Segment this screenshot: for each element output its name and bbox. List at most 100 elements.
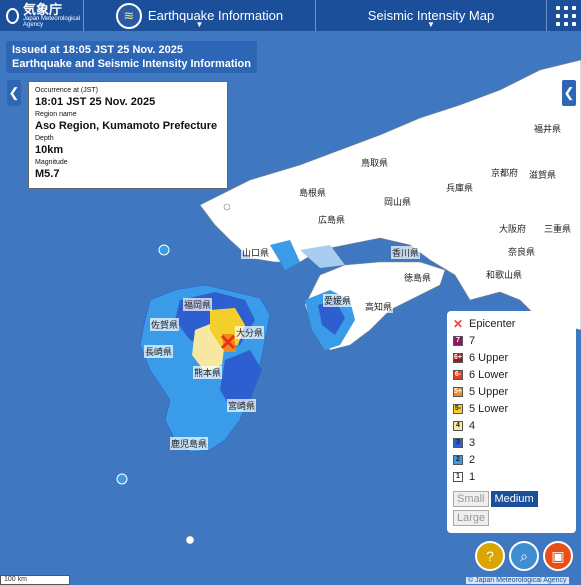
- prefecture-label: 愛媛県: [323, 294, 353, 307]
- legend-swatch: 6+: [453, 352, 463, 363]
- prefecture-label: 奈良県: [507, 245, 537, 258]
- top-bar: 気象庁 Japan Meteorological Agency ≋ Earthq…: [0, 0, 581, 31]
- logo-en-text: Japan Meteorological Agency: [23, 16, 81, 28]
- legend-level-label: 4: [469, 419, 476, 432]
- prefecture-label: 岡山県: [383, 195, 413, 208]
- nav-seismic-intensity-map[interactable]: Seismic Intensity Map ▼: [316, 0, 546, 31]
- legend-level-row: 22: [453, 451, 570, 468]
- prefecture-label: 大阪府: [498, 222, 528, 235]
- book-icon: ▣: [551, 547, 565, 564]
- legend-swatch: 6-: [453, 369, 463, 380]
- legend-swatch: 5-: [453, 403, 463, 414]
- region-label: Region name: [35, 111, 77, 118]
- prefecture-label: 香川県: [391, 246, 421, 259]
- legend-level-row: 6- 6 Lower: [453, 366, 570, 383]
- chevron-left-icon: ❮: [563, 85, 575, 100]
- prefecture-label: 兵庫県: [445, 181, 475, 194]
- jma-logo-icon: [6, 7, 20, 24]
- island: [116, 473, 128, 485]
- map-credit: © Japan Meteorological Agency: [466, 577, 569, 584]
- legend-level-row: 11: [453, 468, 570, 485]
- legend-swatch: 7: [453, 335, 463, 346]
- prefecture-label: 京都府: [490, 166, 520, 179]
- help-person-icon: ?: [486, 548, 494, 564]
- intensity-legend: ✕ Epicenter 7 7 6+ 6 Upper 6- 6 Lower 5+ 5 Uppe…: [447, 311, 576, 533]
- prefecture-label: 広島県: [317, 213, 347, 226]
- legend-level-label: 5 Lower: [469, 402, 509, 415]
- prefecture-label: 三重県: [543, 222, 573, 235]
- legend-epicenter: ✕ Epicenter: [453, 315, 570, 332]
- region-value: Aso Region, Kumamoto Prefecture: [35, 120, 218, 132]
- collapse-right-button[interactable]: ❮: [562, 80, 576, 106]
- depth-label: Depth: [35, 135, 54, 142]
- logo-jp-text: 気象庁: [23, 2, 63, 17]
- epicenter-x-icon: ✕: [453, 316, 464, 331]
- caret-down-icon: ▼: [427, 20, 435, 29]
- issued-banner: Issued at 18:05 JST 25 Nov. 2025 Earthqu…: [6, 41, 257, 73]
- island: [185, 535, 195, 545]
- legend-level-row: 5+ 5 Upper: [453, 383, 570, 400]
- chevron-left-icon: ❮: [8, 85, 20, 100]
- size-toggle-row: Large: [453, 510, 570, 526]
- legend-level-row: 77: [453, 332, 570, 349]
- grid-menu-icon[interactable]: [551, 0, 581, 31]
- occurrence-value: 18:01 JST 25 Nov. 2025: [35, 96, 156, 108]
- legend-level-row: 33: [453, 434, 570, 451]
- jma-logo[interactable]: 気象庁 Japan Meteorological Agency: [0, 0, 82, 31]
- legend-level-label: 1: [469, 470, 476, 483]
- legend-level-label: 7: [469, 334, 476, 347]
- legend-swatch: 3: [453, 437, 463, 448]
- prefecture-label: 山口県: [241, 246, 271, 259]
- depth-value: 10km: [35, 144, 64, 156]
- island: [158, 244, 170, 256]
- caret-down-icon: ▼: [195, 20, 204, 29]
- prefecture-label: 高知県: [364, 300, 394, 313]
- legend-level-label: 3: [469, 436, 476, 449]
- legend-swatch: 4: [453, 420, 463, 431]
- map-scale: 100 km: [0, 575, 70, 585]
- size-medium-button[interactable]: Medium: [490, 491, 538, 507]
- collapse-left-button[interactable]: ❮: [7, 80, 21, 106]
- legend-level-row: 44: [453, 417, 570, 434]
- nav-earthquake-label: Earthquake Information: [147, 8, 284, 23]
- prefecture-label: 鳥取県: [360, 156, 390, 169]
- prefecture-label: 長崎県: [144, 345, 174, 358]
- occurrence-label: Occurrence at (JST): [35, 87, 99, 94]
- size-toggle-row: Small Medium: [453, 491, 570, 507]
- prefecture-label: 佐賀県: [150, 318, 180, 331]
- legend-swatch: 5+: [453, 386, 463, 397]
- guide-button[interactable]: ▣: [543, 541, 573, 571]
- prefecture-label: 大分県: [235, 326, 265, 339]
- prefecture-label: 和歌山県: [485, 268, 524, 281]
- magnitude-label: Magnitude: [35, 159, 68, 166]
- legend-swatch: 2: [453, 454, 463, 465]
- legend-epicenter-label: Epicenter: [469, 317, 516, 330]
- size-large-button[interactable]: Large: [453, 510, 490, 526]
- island: [223, 203, 231, 211]
- prefecture-label: 宮崎県: [227, 399, 257, 412]
- magnitude-value: M5.7: [35, 168, 60, 180]
- legend-level-label: 2: [469, 453, 476, 466]
- issued-time: Issued at 18:05 JST 25 Nov. 2025: [12, 44, 183, 56]
- prefecture-label: 鹿児島県: [170, 437, 209, 450]
- banner-title: Earthquake and Seismic Intensity Informa…: [12, 58, 251, 70]
- earthquake-icon: ≋: [115, 2, 142, 29]
- prefecture-label: 島根県: [298, 186, 328, 199]
- legend-swatch: 1: [453, 471, 463, 482]
- nav-earthquake-information[interactable]: ≋ Earthquake Information ▼: [84, 0, 315, 31]
- legend-level-row: 6+ 6 Upper: [453, 349, 570, 366]
- prefecture-label: 福井県: [533, 122, 563, 135]
- search-more-button[interactable]: ⌕: [509, 541, 539, 571]
- legend-level-label: 6 Lower: [469, 368, 509, 381]
- prefecture-label: 徳島県: [403, 271, 433, 284]
- help-button[interactable]: ?: [475, 541, 505, 571]
- prefecture-label: 滋賀県: [528, 168, 558, 181]
- magnifier-icon: ⌕: [520, 547, 528, 564]
- legend-level-label: 6 Upper: [469, 351, 509, 364]
- legend-level-label: 5 Upper: [469, 385, 509, 398]
- earthquake-info-panel: Occurrence at (JST) 18:01 JST 25 Nov. 20…: [28, 81, 228, 189]
- divider: [546, 0, 547, 31]
- legend-level-row: 5- 5 Lower: [453, 400, 570, 417]
- prefecture-label: 福岡県: [183, 298, 213, 311]
- size-small-button[interactable]: Small: [453, 491, 489, 507]
